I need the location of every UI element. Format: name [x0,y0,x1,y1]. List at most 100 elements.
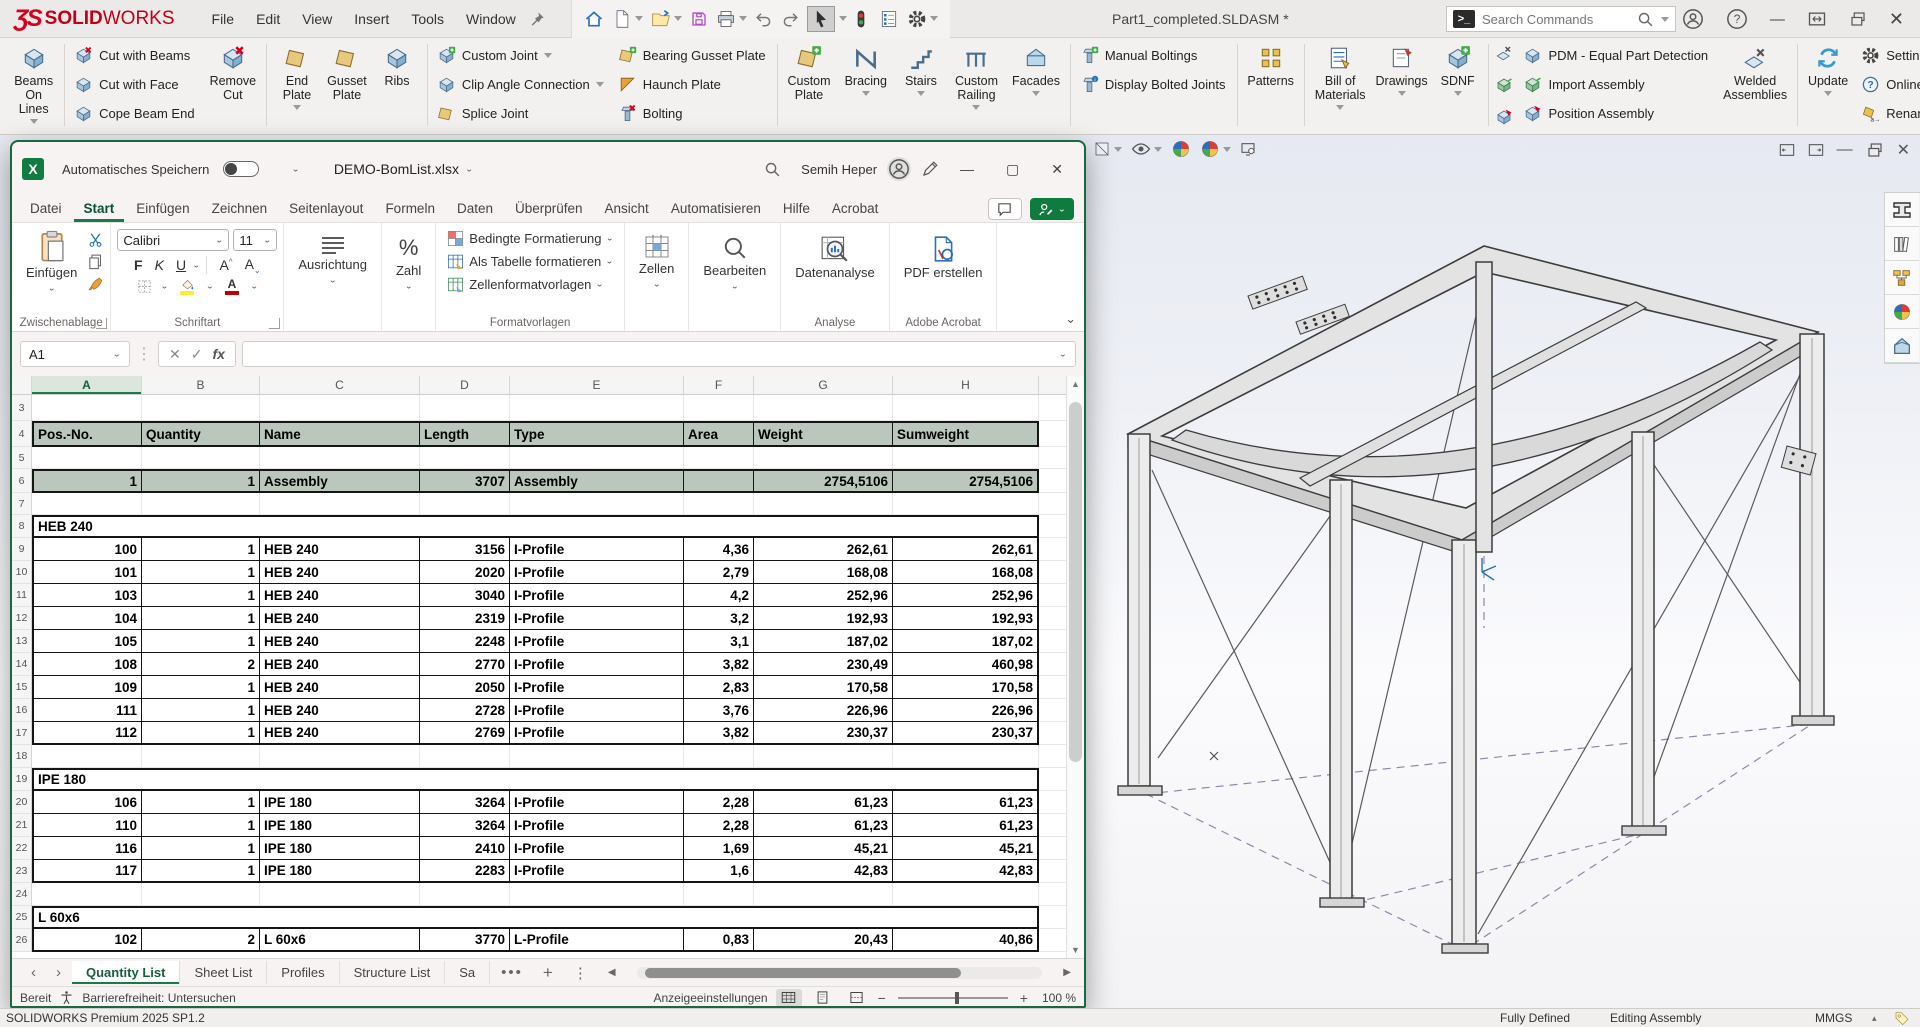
print-icon[interactable] [716,9,747,29]
data-cell[interactable]: I-Profile [510,791,684,814]
data-cell[interactable]: 105 [32,630,142,653]
data-cell[interactable]: L-Profile [510,929,684,952]
ribbon-button-position-assembly[interactable]: Position Assembly [1519,99,1714,128]
empty-cell[interactable] [142,493,260,515]
data-cell[interactable]: 111 [32,699,142,722]
data-cell[interactable]: 3,1 [684,630,754,653]
editing-pen-icon[interactable] [921,160,939,178]
menu-file[interactable]: File [203,7,244,31]
empty-cell[interactable] [510,745,684,768]
header-cell[interactable]: Quantity [142,421,260,447]
data-cell[interactable]: 170,58 [893,676,1039,699]
data-cell[interactable]: 108 [32,653,142,676]
tag-icon[interactable] [1894,1010,1910,1026]
help-icon[interactable]: ? [1726,8,1748,30]
empty-cell[interactable] [893,447,1039,469]
data-cell[interactable]: 2770 [420,653,510,676]
fill-color-button[interactable] [176,278,199,295]
ribbon-button-manual-boltings[interactable]: Manual Boltings [1076,41,1232,70]
assembly-cell[interactable]: 1 [142,469,260,493]
column-header-A[interactable]: A [32,376,142,395]
empty-cell[interactable] [260,493,420,515]
data-cell[interactable]: 3,82 [684,653,754,676]
data-cell[interactable]: 187,02 [754,630,893,653]
menu-window[interactable]: Window [457,7,525,31]
close-button[interactable]: ✕ [1889,9,1904,30]
empty-cell[interactable] [684,395,754,421]
formula-input[interactable]: ⌄ [242,341,1076,367]
ribbon-button-custom-railing[interactable]: CustomRailing [950,41,1003,129]
data-cell[interactable]: 117 [32,860,142,883]
empty-cell[interactable] [893,395,1039,421]
row-header-20[interactable]: 20 [12,791,32,814]
data-cell[interactable]: I-Profile [510,584,684,607]
sheet-tab-structure-list[interactable]: Structure List [340,961,446,984]
hscroll-right-icon[interactable]: ▶ [1054,967,1080,978]
name-box[interactable]: A1⌄ [20,341,130,367]
data-cell[interactable]: 103 [32,584,142,607]
ribbon-button-welded-assemblies[interactable]: WeldedAssemblies [1718,41,1792,129]
normal-view-button[interactable] [776,989,802,1007]
empty-cell[interactable] [754,447,893,469]
data-cell[interactable]: 1,6 [684,860,754,883]
clipboard-dialog-launcher[interactable] [96,318,107,329]
number-button[interactable]: % Zahl⌄ [388,227,429,294]
ribbon-button-stairs[interactable]: Stairs [896,41,946,129]
header-cell[interactable]: Length [420,421,510,447]
row-header-8[interactable]: 8 [12,515,32,538]
data-cell[interactable]: 3156 [420,538,510,561]
data-cell[interactable]: 61,23 [754,814,893,837]
ribbon-button-cut-with-face[interactable]: Cut with Face [70,70,200,99]
ribbon-button-end-plate[interactable]: EndPlate [272,41,322,129]
ribbon-button-bearing-gusset-plate[interactable]: Bearing Gusset Plate [614,41,772,70]
zoom-slider[interactable] [898,997,1008,999]
custom-properties-tab-icon[interactable] [1885,329,1919,363]
account-person-icon[interactable] [1682,8,1704,30]
data-cell[interactable]: 1 [142,561,260,584]
ribbon-button-bill-of-materials[interactable]: Bill ofMaterials [1310,41,1371,129]
data-cell[interactable]: 112 [32,722,142,745]
data-cell[interactable]: 102 [32,929,142,952]
copy-icon[interactable] [87,253,104,270]
data-cell[interactable]: 2769 [420,722,510,745]
cut-icon[interactable] [87,231,104,248]
data-cell[interactable]: 2,28 [684,814,754,837]
data-cell[interactable]: 4,2 [684,584,754,607]
vertical-scroll-thumb[interactable] [1069,402,1082,762]
ribbon-button-custom-plate[interactable]: CustomPlate [782,41,835,129]
display-settings-label[interactable]: Anzeigeeinstellungen [654,991,768,1005]
row-header-21[interactable]: 21 [12,814,32,837]
borders-icon[interactable] [136,278,153,295]
font-dialog-launcher[interactable] [269,318,280,329]
row-header-9[interactable]: 9 [12,538,32,561]
row-header-10[interactable]: 10 [12,561,32,584]
data-analysis-button[interactable]: Datenanalyse [787,227,883,282]
data-cell[interactable]: 110 [32,814,142,837]
data-cell[interactable]: 1 [142,814,260,837]
sheet-next-icon[interactable]: › [47,964,70,981]
empty-cell[interactable] [510,395,684,421]
empty-cell[interactable] [32,395,142,421]
search-commands-box[interactable]: >_ Search Commands [1446,6,1676,32]
editing-button[interactable]: Bearbeiten⌄ [695,227,774,294]
horizontal-scroll-thumb[interactable] [645,968,961,978]
empty-cell[interactable] [32,447,142,469]
file-explorer-tab-icon[interactable] [1885,261,1919,295]
units-dropdown-icon[interactable]: ▴ [1872,1013,1877,1024]
ribbon-button-cope-beam-end[interactable]: Cope Beam End [70,99,200,128]
column-header-B[interactable]: B [142,376,260,395]
new-document-icon[interactable] [612,9,643,29]
format-as-table-button[interactable]: Als Tabelle formatieren⌄ [442,250,617,273]
data-cell[interactable]: 106 [32,791,142,814]
data-cell[interactable]: 1 [142,630,260,653]
excel-close-button[interactable]: ✕ [1040,161,1074,178]
excel-maximize-button[interactable]: ▢ [995,161,1030,178]
excel-tab-seitenlayout[interactable]: Seitenlayout [279,198,373,222]
column-header-F[interactable]: F [684,376,754,395]
data-cell[interactable]: HEB 240 [260,722,420,745]
assembly-cell[interactable] [684,469,754,493]
excel-tab-automatisieren[interactable]: Automatisieren [661,198,771,222]
empty-cell[interactable] [754,493,893,515]
section-cell[interactable]: IPE 180 [32,768,1039,791]
column-header-C[interactable]: C [260,376,420,395]
